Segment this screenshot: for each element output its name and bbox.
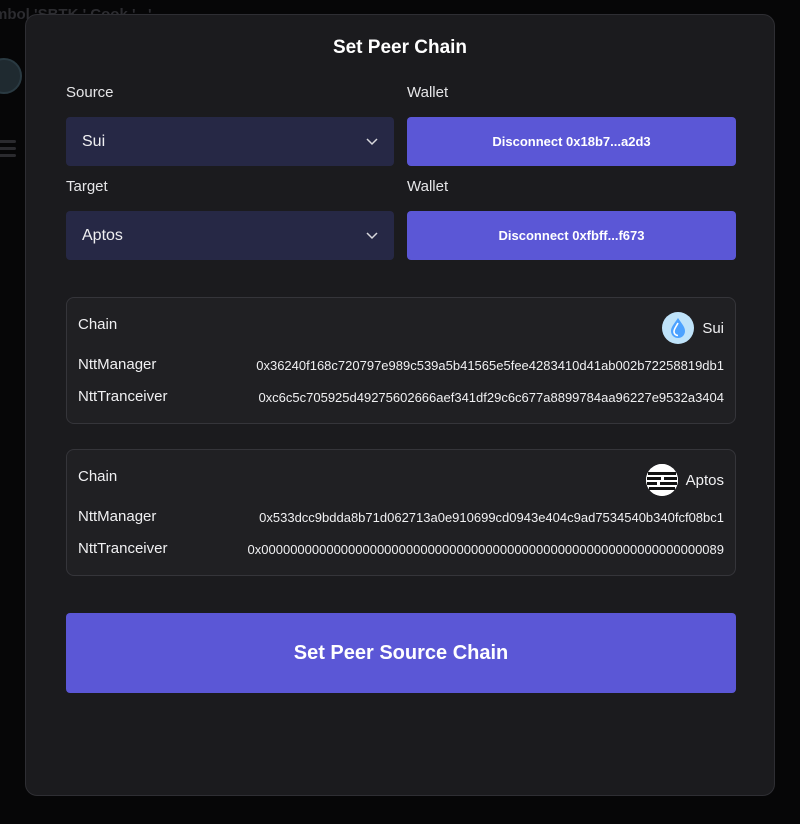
- source-chain-value: Sui: [82, 132, 106, 150]
- aptos-lines-icon: [645, 464, 678, 496]
- chevron-down-icon: [366, 138, 378, 146]
- modal-title: Set Peer Chain: [332, 37, 468, 58]
- chain-label: Chain: [78, 316, 118, 333]
- source-chain-card: Chain Sui NttManager 0x36240f168c720797e…: [66, 297, 736, 424]
- ntt-tranceiver-address: 0x00000000000000000000000000000000000000…: [247, 542, 724, 557]
- ntt-tranceiver-address: 0xc6c5c705925d49275602666aef341df29c6c67…: [258, 390, 724, 405]
- ntt-manager-label: NttManager: [78, 356, 157, 373]
- source-wallet-disconnect-button[interactable]: Disconnect 0x18b7...a2d3: [407, 117, 736, 166]
- chain-name: Aptos: [685, 471, 724, 489]
- target-wallet-disconnect-button[interactable]: Disconnect 0xfbff...f673: [407, 211, 736, 260]
- ntt-tranceiver-label: NttTranceiver: [78, 540, 168, 557]
- set-peer-source-chain-button[interactable]: Set Peer Source Chain: [66, 613, 736, 693]
- sui-drop-icon: [662, 312, 695, 344]
- ntt-manager-label: NttManager: [78, 508, 157, 525]
- background-avatar: [0, 58, 22, 94]
- ntt-manager-address: 0x533dcc9bdda8b71d062713a0e910699cd0943e…: [259, 510, 724, 525]
- source-wallet-label: Wallet: [407, 84, 449, 101]
- ntt-tranceiver-label: NttTranceiver: [78, 388, 168, 405]
- set-peer-chain-modal: Set Peer Chain Source Wallet Sui Disconn…: [25, 14, 775, 796]
- target-chain-card: Chain Aptos NttManager 0x533dcc9bdda8b71…: [66, 449, 736, 576]
- target-label: Target: [66, 178, 108, 195]
- background-menu-icon: [0, 136, 16, 164]
- target-chain-select[interactable]: Aptos: [66, 211, 394, 260]
- source-label: Source: [66, 84, 114, 101]
- target-wallet-label: Wallet: [407, 178, 449, 195]
- chain-badge: Aptos: [645, 464, 724, 496]
- chain-label: Chain: [78, 468, 118, 485]
- chevron-down-icon: [366, 232, 378, 240]
- chain-name: Sui: [702, 319, 724, 337]
- chain-badge: Sui: [662, 312, 724, 344]
- source-chain-select[interactable]: Sui: [66, 117, 394, 166]
- ntt-manager-address: 0x36240f168c720797e989c539a5b41565e5fee4…: [256, 358, 724, 373]
- target-chain-value: Aptos: [82, 226, 123, 244]
